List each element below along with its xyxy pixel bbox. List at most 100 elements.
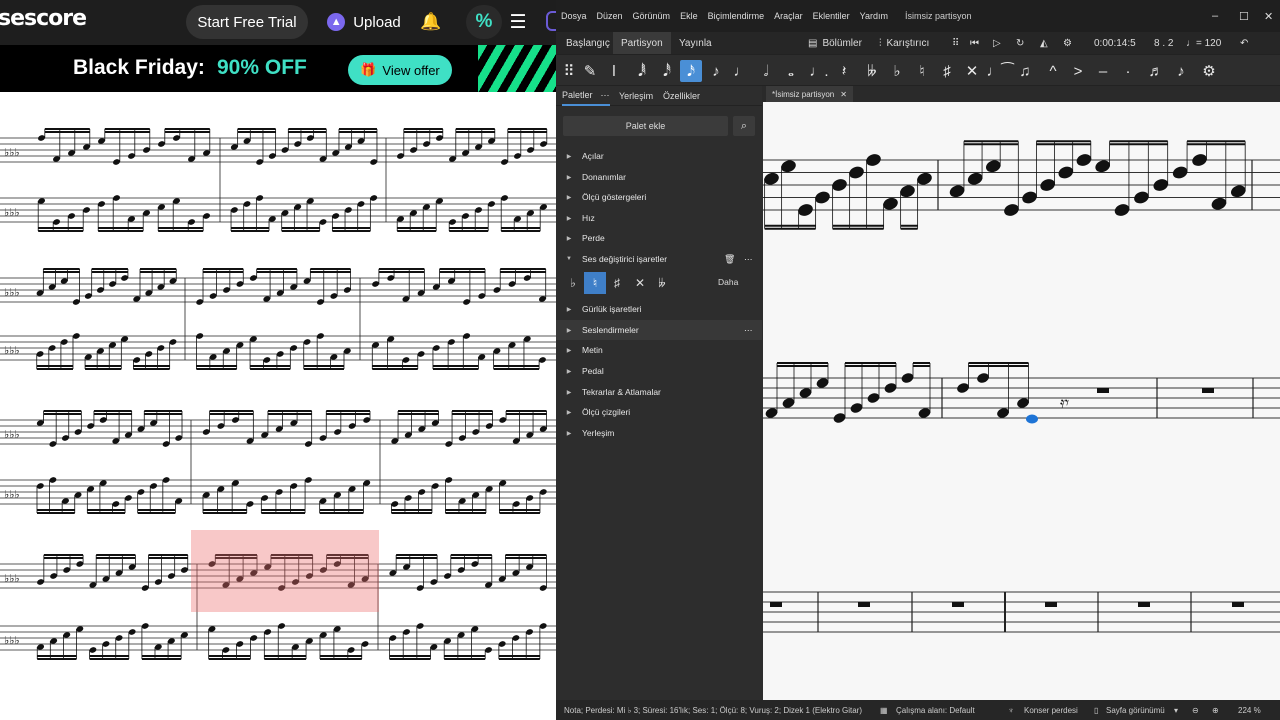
concert-pitch-toggle[interactable]: Konser perdesi [1024,706,1078,715]
natural-icon[interactable]: ♮ [584,272,606,294]
upload-button[interactable]: ▲ Upload [322,5,406,39]
sharp-icon[interactable]: ♯ [606,272,628,294]
tuning-fork-icon[interactable]: ♆ [1008,706,1014,715]
play-icon[interactable]: ▷ [993,32,1001,54]
search-icon[interactable]: ⌕ [733,116,755,136]
rewind-icon[interactable]: ⏮ [970,32,979,54]
metronome-icon[interactable]: ◭ [1040,32,1048,54]
more-icon[interactable]: ⋯ [744,254,753,265]
palette-ölçü-çizgileri[interactable]: ▶ Ölçü çizgileri [556,402,762,422]
score-canvas[interactable]: 𝄿𝄾 [763,102,1280,700]
staccato-icon[interactable]: · [1117,60,1139,82]
32nd-note-icon[interactable]: 𝅘𝅥𝅰 [656,60,678,82]
chevron-down-icon[interactable]: ▾ [1174,706,1178,715]
16th-note-icon[interactable]: 𝅘𝅥𝅯 [680,60,702,82]
minimize-icon[interactable]: – [1212,10,1218,22]
zoom-level[interactable]: 224 % [1238,706,1261,715]
delete-icon[interactable]: 🗑 [724,254,735,265]
palette-metin[interactable]: ▶ Metin [556,340,762,360]
double-flat-icon[interactable]: 𝄫 [861,60,883,82]
sheet-music-view[interactable]: ♭♭♭ ♭♭♭ ♭♭♭ ♭♭♭ ♭♭♭ ♭♭♭ ♭♭♭ ♭♭♭ [0,92,556,720]
close-icon[interactable]: ✕ [1264,10,1273,23]
8th-note-icon[interactable]: ♪ [705,60,727,82]
whole-note-icon[interactable]: 𝅝 [780,60,802,82]
avatar[interactable] [546,11,556,31]
voice-icon[interactable]: ♪ [1170,60,1192,82]
more-icon[interactable]: ⋯ [601,90,610,101]
note-head [884,383,897,393]
drag-handle-icon[interactable]: ⠿ [952,32,959,54]
site-logo[interactable]: sescore [0,6,87,31]
menu-eklentiler[interactable]: Eklentiler [808,11,855,21]
workspace-status[interactable]: Çalışma alanı: Default [896,706,975,715]
double-sharp-icon[interactable]: ✕ [629,272,651,294]
natural-icon[interactable]: ♮ [911,60,933,82]
menu-gorunum[interactable]: Görünüm [628,11,676,21]
playback-settings-icon[interactable]: ⚙ [1063,32,1072,54]
tab-partisyon[interactable]: Partisyon [613,32,671,54]
rest-icon[interactable]: 𝄽 [833,60,855,82]
parts-button[interactable]: ▤ Bölümler [808,32,862,54]
palette-pedal[interactable]: ▶ Pedal [556,361,762,381]
half-note-icon[interactable]: 𝅗𝅥 [755,60,777,82]
double-sharp-icon[interactable]: ✕ [961,60,983,82]
palette-ölçü-göstergeleri[interactable]: ▶ Ölçü göstergeleri [556,187,762,207]
palette-tekrarlar-atlamalar[interactable]: ▶ Tekrarlar & Atlamalar [556,382,762,402]
percent-icon[interactable]: % [466,5,502,39]
view-mode-select[interactable]: Sayfa görünümü [1106,706,1165,715]
undo-icon[interactable]: ↶ [1240,32,1248,54]
tab-baslangic[interactable]: Başlangıç [558,32,618,54]
menu-araclar[interactable]: Araçlar [769,11,808,21]
palette-yerleşim[interactable]: ▶ Yerleşim [556,423,762,443]
accent-icon[interactable]: > [1067,60,1089,82]
loop-icon[interactable]: ↻ [1016,32,1024,54]
add-palette-button[interactable]: Palet ekle [563,116,728,136]
zoom-in-icon[interactable]: ⊕ [1212,706,1219,715]
palette-ses-değiştirici-işaretler[interactable]: ▼ Ses değiştirici işaretler 🗑 ⋯ [556,249,762,269]
input-mode-icon[interactable]: ǀ [603,60,625,82]
view-offer-button[interactable]: 🎁 View offer [348,55,452,85]
hamburger-menu-icon[interactable]: ☰ [506,5,530,39]
maximize-icon[interactable]: ☐ [1239,10,1249,23]
more-button[interactable]: Daha [718,277,738,287]
menu-yardim[interactable]: Yardım [855,11,893,21]
zoom-out-icon[interactable]: ⊖ [1192,706,1199,715]
workspace-icon[interactable]: ▦ [880,706,888,715]
menu-bicimlendirme[interactable]: Biçimlendirme [703,11,770,21]
close-tab-icon[interactable]: ✕ [840,90,847,99]
bell-icon[interactable]: 🔔 [416,5,446,39]
start-free-trial-button[interactable]: Start Free Trial [186,5,308,39]
quarter-note-icon[interactable]: ♩ [730,60,752,82]
tuplet-icon[interactable]: ♬ [1145,60,1167,82]
slur-icon[interactable]: ♫ [1014,60,1036,82]
palette-gürlük-işaretleri[interactable]: ▶ Gürlük işaretleri [556,299,762,319]
score-tab[interactable]: *İsimsiz partisyon ✕ [766,86,853,102]
palette-seslendirmeler[interactable]: ▶ Seslendirmeler ⋯ [556,320,762,340]
drag-handle-icon[interactable]: ⠿ [558,60,580,82]
palette-hız[interactable]: ▶ Hız [556,208,762,228]
tab-ozellikler[interactable]: Özellikler [663,86,700,106]
palette-açılar[interactable]: ▶ Açılar [556,146,762,166]
sharp-icon[interactable]: ♯ [936,60,958,82]
mixer-button[interactable]: ⫶ Karıştırıcı [879,32,929,54]
menu-duzen[interactable]: Düzen [592,11,628,21]
dotted-note-icon[interactable]: ♩. [808,60,830,82]
page-view-icon[interactable]: ▯ [1094,706,1098,715]
double-flat-icon[interactable]: 𝄫 [651,272,673,294]
more-icon[interactable]: ⋯ [744,325,753,336]
palette-perde[interactable]: ▶ Perde [556,228,762,248]
flat-icon[interactable]: ♭ [562,272,584,294]
menu-dosya[interactable]: Dosya [556,11,592,21]
note-input-pen-icon[interactable]: ✎ [579,60,601,82]
palette-donanımlar[interactable]: ▶ Donanımlar [556,167,762,187]
tie-icon[interactable]: ♩⁀ [986,60,1013,82]
tenuto-icon[interactable]: – [1092,60,1114,82]
tab-yayinla[interactable]: Yayınla [671,32,720,54]
marcato-icon[interactable]: ^ [1042,60,1064,82]
toolbar-settings-icon[interactable]: ⚙ [1198,60,1220,82]
tab-yerlesim[interactable]: Yerleşim [619,86,653,106]
64th-note-icon[interactable]: 𝅘𝅥𝅱 [631,60,653,82]
flat-icon[interactable]: ♭ [886,60,908,82]
tab-paletler[interactable]: Paletler ⋯ [562,86,610,106]
menu-ekle[interactable]: Ekle [675,11,703,21]
